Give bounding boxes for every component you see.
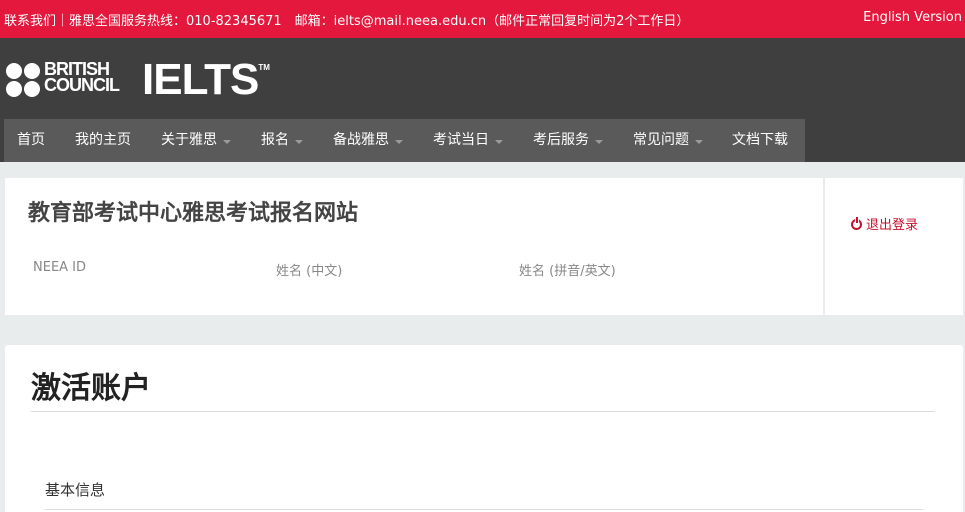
user-info-card: 教育部考试中心雅思考试报名网站 NEEA ID 姓名 (中文) 姓名 (拼音/英… <box>5 178 823 315</box>
divider <box>31 411 935 412</box>
caret-down-icon <box>395 140 403 144</box>
nav-after-test[interactable]: 考后服务 <box>533 119 603 162</box>
caret-down-icon <box>495 140 503 144</box>
nav-test-day[interactable]: 考试当日 <box>433 119 503 162</box>
contact-info: 联系我们｜雅思全国服务热线：010-82345671 邮箱：ielts@mail… <box>4 14 690 29</box>
british-council-logo-icon <box>6 63 40 97</box>
section-title-basic-info: 基本信息 <box>45 481 106 499</box>
top-bar: 联系我们｜雅思全国服务热线：010-82345671 邮箱：ielts@mail… <box>0 0 965 38</box>
account-actions-card: 退出登录 <box>825 178 963 315</box>
page-title: 激活账户 <box>31 371 151 406</box>
nav-register[interactable]: 报名 <box>261 119 303 162</box>
site-title: 教育部考试中心雅思考试报名网站 <box>28 201 359 226</box>
ielts-wordmark: IELTSTM <box>142 55 270 104</box>
power-icon <box>851 217 862 230</box>
caret-down-icon <box>223 140 231 144</box>
english-version-link[interactable]: English Version <box>863 10 962 25</box>
pinyin-name-label: 姓名 (拼音/英文) <box>519 264 616 279</box>
site-header: BRITISH COUNCIL IELTSTM 首页 我的主页 关于雅思 报名 … <box>0 38 965 162</box>
neea-id-label: NEEA ID <box>33 260 87 275</box>
logout-link[interactable]: 退出登录 <box>851 214 918 233</box>
nav-home[interactable]: 首页 <box>17 119 45 162</box>
caret-down-icon <box>295 140 303 144</box>
nav-my-homepage[interactable]: 我的主页 <box>75 119 131 162</box>
caret-down-icon <box>695 140 703 144</box>
main-nav: 首页 我的主页 关于雅思 报名 备战雅思 考试当日 考后服务 常见问题 文档下载 <box>4 119 805 162</box>
chinese-name-label: 姓名 (中文) <box>276 264 343 279</box>
british-council-wordmark: BRITISH COUNCIL <box>44 59 120 95</box>
nav-prepare[interactable]: 备战雅思 <box>333 119 403 162</box>
nav-about-ielts[interactable]: 关于雅思 <box>161 119 231 162</box>
nav-downloads[interactable]: 文档下载 <box>732 119 788 162</box>
caret-down-icon <box>595 140 603 144</box>
divider <box>45 509 923 510</box>
nav-faq[interactable]: 常见问题 <box>633 119 703 162</box>
activate-account-panel: 激活账户 基本信息 <box>5 345 963 512</box>
